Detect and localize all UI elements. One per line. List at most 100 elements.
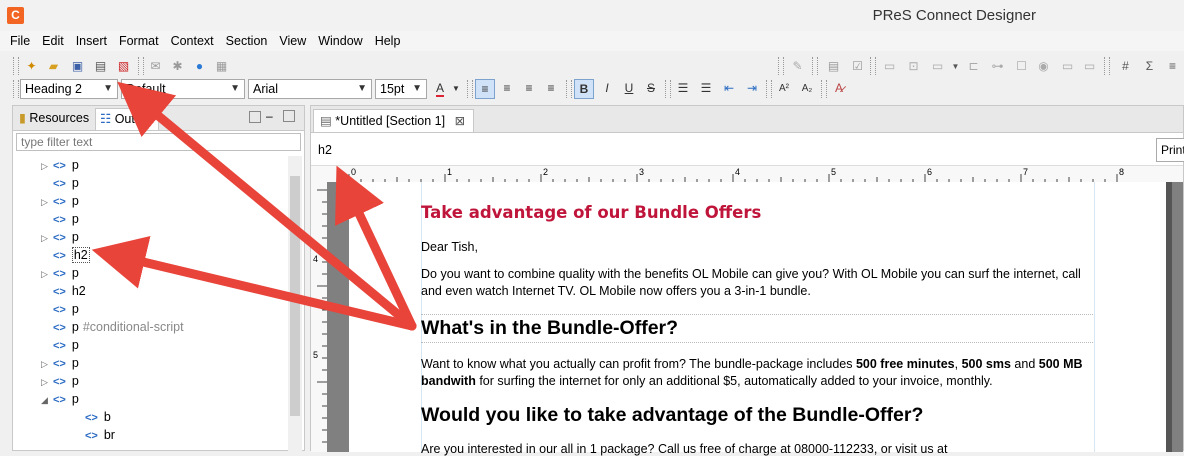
print-view-button[interactable]: Print — [1156, 138, 1184, 162]
toolbar-grip[interactable] — [812, 57, 818, 75]
tab-outline[interactable]: ☷ Outline — [95, 108, 160, 130]
tree-item[interactable]: <> h2 — [41, 246, 90, 264]
bold-icon[interactable]: B — [574, 79, 594, 99]
expand-toggle-icon[interactable]: ▷ — [41, 193, 53, 211]
expand-toggle-icon[interactable]: ◢ — [41, 391, 53, 409]
menu-help[interactable]: Help — [369, 31, 407, 51]
italic-icon[interactable]: I — [597, 79, 617, 99]
tree-item[interactable]: ▷ <> p — [41, 264, 79, 282]
menu-format[interactable]: Format — [113, 31, 165, 51]
document-page[interactable]: Take advantage of our Bundle Offers Dear… — [349, 182, 1166, 456]
tree-item[interactable]: <> b — [73, 408, 111, 426]
email-icon[interactable]: ✉ — [148, 59, 163, 74]
tree-item[interactable]: ▷ <> p — [41, 372, 79, 390]
toolbar-grip[interactable] — [766, 80, 772, 98]
toolbar-grip[interactable] — [566, 80, 572, 98]
button-icon[interactable]: ▭ — [1082, 59, 1097, 74]
radio-icon[interactable]: ◉ — [1036, 59, 1051, 74]
toolbar-grip[interactable] — [821, 80, 827, 98]
pen-icon[interactable]: ✎ — [790, 59, 805, 74]
salutation-paragraph[interactable]: Dear Tish, — [421, 240, 1093, 254]
field-icon[interactable]: ▭ — [882, 59, 897, 74]
heading-would-you[interactable]: Would you like to take advantage of the … — [421, 404, 1093, 427]
underline-icon[interactable]: U — [619, 79, 639, 99]
tree-item[interactable]: <> p — [41, 210, 79, 228]
toolbar-grip[interactable] — [13, 80, 19, 98]
decrease-indent-icon[interactable]: ⇤ — [719, 79, 739, 99]
align-left-icon[interactable]: ≡ — [475, 79, 495, 99]
hash-icon[interactable]: # — [1118, 59, 1133, 74]
menu-context[interactable]: Context — [165, 31, 220, 51]
align-justify-icon[interactable]: ≡ — [541, 79, 561, 99]
menu-section[interactable]: Section — [220, 31, 274, 51]
minimize-icon[interactable]: – — [266, 109, 273, 123]
class-select[interactable]: Default ▼ — [121, 79, 245, 99]
globe-icon[interactable]: ● — [192, 59, 207, 74]
send-proof-icon[interactable]: ▧ — [116, 59, 131, 74]
filter-input[interactable]: type filter text — [16, 133, 301, 151]
form-icon[interactable]: ▤ — [826, 59, 841, 74]
package-icon[interactable]: ▦ — [214, 59, 229, 74]
print-icon[interactable]: ▤ — [93, 59, 108, 74]
open-folder-icon[interactable]: ▰ — [46, 59, 61, 74]
scrollbar-thumb[interactable] — [290, 176, 300, 416]
tree-item[interactable]: <> h2 — [41, 282, 86, 300]
toolbar-grip[interactable] — [870, 57, 876, 75]
toolbar-grip[interactable] — [778, 57, 784, 75]
subscript-icon[interactable]: A₂ — [797, 79, 817, 99]
tree-item[interactable]: <> p #conditional-script — [41, 318, 184, 336]
breadcrumb[interactable]: h2 — [318, 143, 332, 157]
font-select[interactable]: Arial ▼ — [248, 79, 372, 99]
menu-insert[interactable]: Insert — [70, 31, 113, 51]
bundle-details-paragraph[interactable]: Want to know what you actually can profi… — [421, 356, 1093, 390]
save-icon[interactable]: ▣ — [70, 59, 85, 74]
tab-resources[interactable]: ▮ Resources — [15, 108, 93, 129]
slider-icon[interactable]: ⊶ — [990, 59, 1005, 74]
expand-toggle-icon[interactable]: ▷ — [41, 265, 53, 283]
tree-item[interactable]: ▷ <> p — [41, 156, 79, 174]
contact-paragraph[interactable]: Are you interested in our all in 1 packa… — [421, 442, 1093, 456]
style-select[interactable]: Heading 2 ▼ — [20, 79, 118, 99]
heading-bundle-offers[interactable]: Take advantage of our Bundle Offers — [421, 203, 1093, 222]
align-center-icon[interactable]: ≡ — [497, 79, 517, 99]
checkbox-icon[interactable]: ☐ — [1014, 59, 1029, 74]
tab-untitled-section[interactable]: ▤ *Untitled [Section 1] ⊠ — [313, 109, 475, 132]
text-field-icon[interactable]: ▭ — [930, 59, 945, 74]
tree-item[interactable]: ▷ <> p — [41, 354, 79, 372]
chevron-down-icon[interactable]: ▼ — [948, 59, 963, 74]
superscript-icon[interactable]: A² — [774, 79, 794, 99]
toolbar-grip[interactable] — [13, 57, 19, 75]
chevron-down-icon[interactable]: ▼ — [450, 79, 462, 99]
sum-icon[interactable]: Σ — [1142, 59, 1157, 74]
list-icon[interactable]: ≡ — [1165, 59, 1180, 74]
close-icon[interactable]: ⊠ — [455, 114, 465, 128]
toolbar-grip[interactable] — [1104, 57, 1110, 75]
numbered-list-icon[interactable]: ☰ — [696, 79, 716, 99]
align-right-icon[interactable]: ≡ — [519, 79, 539, 99]
new-document-icon[interactable]: ✦ — [24, 59, 39, 74]
strikethrough-icon[interactable]: S — [641, 79, 661, 99]
settings-icon[interactable]: ✱ — [170, 59, 185, 74]
expand-toggle-icon[interactable]: ▷ — [41, 355, 53, 373]
form-check-icon[interactable]: ☑ — [850, 59, 865, 74]
heading-whats-in[interactable]: What's in the Bundle-Offer? — [421, 314, 1093, 343]
menu-window[interactable]: Window — [312, 31, 368, 51]
tree-item[interactable]: <> br — [73, 426, 115, 444]
toolbar-grip[interactable] — [467, 80, 473, 98]
menu-edit[interactable]: Edit — [36, 31, 70, 51]
intro-paragraph[interactable]: Do you want to combine quality with the … — [421, 266, 1093, 300]
font-size-select[interactable]: 15pt ▼ — [375, 79, 427, 99]
increase-indent-icon[interactable]: ⇥ — [742, 79, 762, 99]
expand-toggle-icon[interactable]: ▷ — [41, 373, 53, 391]
tree-item[interactable]: ▷ <> p — [41, 192, 79, 210]
tree-item[interactable]: <> p — [41, 174, 79, 192]
input-icon[interactable]: ⊏ — [966, 59, 981, 74]
maximize-icon[interactable] — [283, 110, 295, 122]
tree-item[interactable]: ▷ <> p — [41, 228, 79, 246]
tree-scrollbar[interactable] — [288, 156, 302, 452]
menu-view[interactable]: View — [273, 31, 312, 51]
tree-item[interactable]: <> p — [41, 300, 79, 318]
expand-toggle-icon[interactable]: ▷ — [41, 157, 53, 175]
expand-toggle-icon[interactable]: ▷ — [41, 229, 53, 247]
clear-formatting-icon[interactable]: A̷ — [829, 79, 849, 99]
